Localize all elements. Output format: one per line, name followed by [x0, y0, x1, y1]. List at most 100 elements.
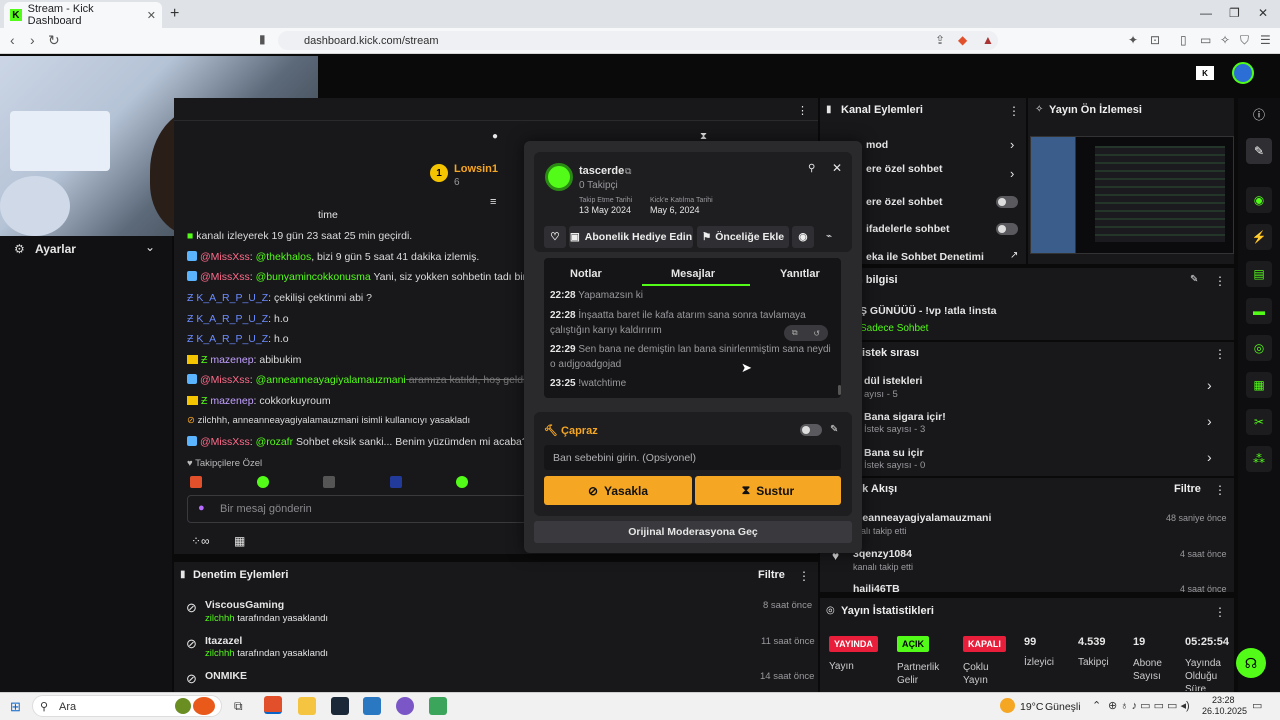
channel-action-item[interactable]: mod [866, 139, 888, 151]
channel-action-item[interactable]: eka ile Sohbet Denetimi [866, 251, 984, 263]
apps-icon[interactable]: ⁂ [1246, 446, 1272, 472]
support-icon[interactable]: ☊ [1236, 648, 1266, 678]
channel-action-item[interactable]: ifadelerle sohbet [866, 223, 949, 235]
url-bar[interactable]: dashboard.kick.com/stream [278, 31, 998, 50]
emote-icon[interactable] [390, 476, 402, 488]
chevron-down-icon[interactable]: ⌄ [145, 240, 155, 254]
settings-label[interactable]: Ayarlar [35, 242, 76, 256]
activity-user[interactable]: neanneayagiyalamauzmani [856, 512, 991, 524]
more-icon[interactable]: ⋮ [1214, 605, 1226, 619]
more-icon[interactable]: ⋮ [1214, 483, 1226, 497]
tools-icon[interactable]: ✂ [1246, 409, 1272, 435]
broadcast-icon[interactable]: ◎ [1246, 335, 1272, 361]
filter-button[interactable]: Filtre [1174, 483, 1201, 495]
mod-user[interactable]: Itazazel [205, 635, 242, 647]
top-user-name[interactable]: Lowsin1 [454, 163, 498, 175]
tab-notes[interactable]: Notlar [570, 268, 602, 280]
forward-icon[interactable]: › [30, 32, 35, 48]
filter-button[interactable]: Filtre [758, 569, 785, 581]
maximize-icon[interactable]: ❐ [1229, 6, 1240, 20]
more-icon[interactable]: ⋮ [797, 104, 808, 117]
vpn-icon[interactable]: ⛉ [1240, 33, 1249, 48]
channel-action-item[interactable]: ere özel sohbet [866, 163, 942, 175]
app-taskbar-icon[interactable] [363, 697, 381, 715]
chevron-up-icon[interactable]: ⌃ [1092, 699, 1101, 712]
minimize-icon[interactable]: — [1200, 6, 1212, 20]
clock-date[interactable]: 26.10.2025 [1202, 706, 1247, 716]
clock-time[interactable]: 23:28 [1212, 695, 1235, 705]
store-icon[interactable]: ▦ [234, 534, 245, 548]
camera-icon[interactable]: ◉ [1246, 187, 1272, 213]
new-tab-icon[interactable]: + [170, 5, 179, 23]
mod-user[interactable]: ViscousGaming [205, 599, 284, 611]
chat-icon[interactable]: ▬ [1246, 298, 1272, 324]
sidebar-icon[interactable]: ▯ [1180, 33, 1187, 47]
windows-start-icon[interactable]: ⊞ [10, 699, 21, 715]
browser-tab[interactable]: K Stream - Kick Dashboard ✕ [4, 2, 162, 28]
explorer-taskbar-icon[interactable] [298, 697, 316, 715]
tray-icons[interactable]: ⊕ ♁ ♪ ▭ ▭ ▭ ◂) [1108, 699, 1190, 712]
chevron-right-icon[interactable]: › [1207, 449, 1212, 465]
chevron-right-icon[interactable]: › [1207, 377, 1212, 393]
screenshot-icon[interactable]: ⊡ [1150, 33, 1160, 47]
app-taskbar-icon[interactable] [429, 697, 447, 715]
more-icon[interactable]: ⋮ [1214, 347, 1226, 361]
message-actions[interactable]: ⧉ ↺ [784, 325, 828, 341]
leo-icon[interactable]: ✧ [1220, 33, 1230, 47]
menu-icon[interactable]: ☰ [1260, 33, 1271, 47]
close-icon[interactable]: ✕ [832, 161, 842, 175]
channel-action-item[interactable]: ere özel sohbet [866, 196, 942, 208]
weather-temp[interactable]: 19°C [1020, 701, 1043, 713]
edit-icon[interactable]: ✎ [1246, 138, 1272, 164]
chevron-right-icon[interactable]: › [1207, 413, 1212, 429]
brave-taskbar-icon[interactable] [264, 696, 282, 714]
queue-icon[interactable]: ▦ [1246, 372, 1272, 398]
bolt-icon[interactable]: ⚡ [1246, 224, 1272, 250]
request-name[interactable]: Bana sigara içir! [864, 411, 946, 423]
tools-infinity-icon[interactable]: ⁘∞ [191, 534, 210, 548]
emote-icon[interactable] [190, 476, 202, 488]
heart-icon[interactable]: ♡ [544, 226, 566, 248]
request-name[interactable]: Bana su içir [864, 447, 924, 459]
emote-icon[interactable] [257, 476, 269, 488]
brave-rewards-icon[interactable]: ▲ [982, 33, 994, 47]
notification-icon[interactable]: ▭ [1252, 699, 1262, 712]
broom-icon[interactable]: ⌁ [826, 231, 832, 242]
scrollbar[interactable] [838, 385, 841, 395]
external-link-icon[interactable]: ↗ [1010, 250, 1018, 261]
wallet-icon[interactable]: ▭ [1200, 33, 1211, 47]
emote-icon[interactable] [323, 476, 335, 488]
weather-desc[interactable]: Güneşli [1045, 701, 1081, 713]
edit-icon[interactable]: ✎ [830, 424, 838, 435]
avatar[interactable] [1232, 62, 1254, 84]
tab-messages[interactable]: Mesajlar [671, 268, 715, 280]
undo-icon[interactable]: ↺ [813, 329, 820, 338]
more-icon[interactable]: ⋮ [1008, 104, 1020, 118]
activity-user[interactable]: 3qenzy1084 [853, 548, 912, 560]
stream-category[interactable]: Sadece Sohbet [860, 323, 928, 334]
task-view-icon[interactable]: ⧉ [234, 699, 243, 714]
emote-icon[interactable] [456, 476, 468, 488]
tab-replies[interactable]: Yanıtlar [780, 268, 820, 280]
ban-button[interactable]: ⊘ Yasakla [544, 476, 692, 505]
widget-icon[interactable] [193, 697, 215, 715]
mute-button[interactable]: ⧗ Sustur [695, 476, 841, 505]
toggle-switch[interactable] [800, 424, 822, 436]
more-icon[interactable]: ⋮ [1214, 274, 1226, 288]
mod-user[interactable]: ONMIKE [205, 670, 247, 682]
bookmark-icon[interactable]: ▮ [259, 32, 266, 46]
priority-button[interactable]: ⚑ Önceliğe Ekle [697, 226, 789, 248]
activity-user[interactable]: haili46TB [853, 583, 900, 592]
popup-username[interactable]: tascerde [579, 165, 624, 177]
chevron-right-icon[interactable]: › [1010, 137, 1014, 152]
copy-icon[interactable]: ⧉ [625, 166, 631, 177]
toggle-switch[interactable] [996, 223, 1018, 235]
filter-icon[interactable]: ≡ [490, 196, 496, 208]
list-icon[interactable]: ▤ [1246, 261, 1272, 287]
reload-icon[interactable]: ↻ [48, 32, 60, 49]
copy-icon[interactable]: ⧉ [792, 328, 798, 338]
toggle-switch[interactable] [996, 196, 1018, 208]
share-icon[interactable]: ⇪ [935, 33, 945, 47]
eye-icon[interactable]: ◉ [792, 226, 814, 248]
widget-icon[interactable] [175, 698, 191, 714]
